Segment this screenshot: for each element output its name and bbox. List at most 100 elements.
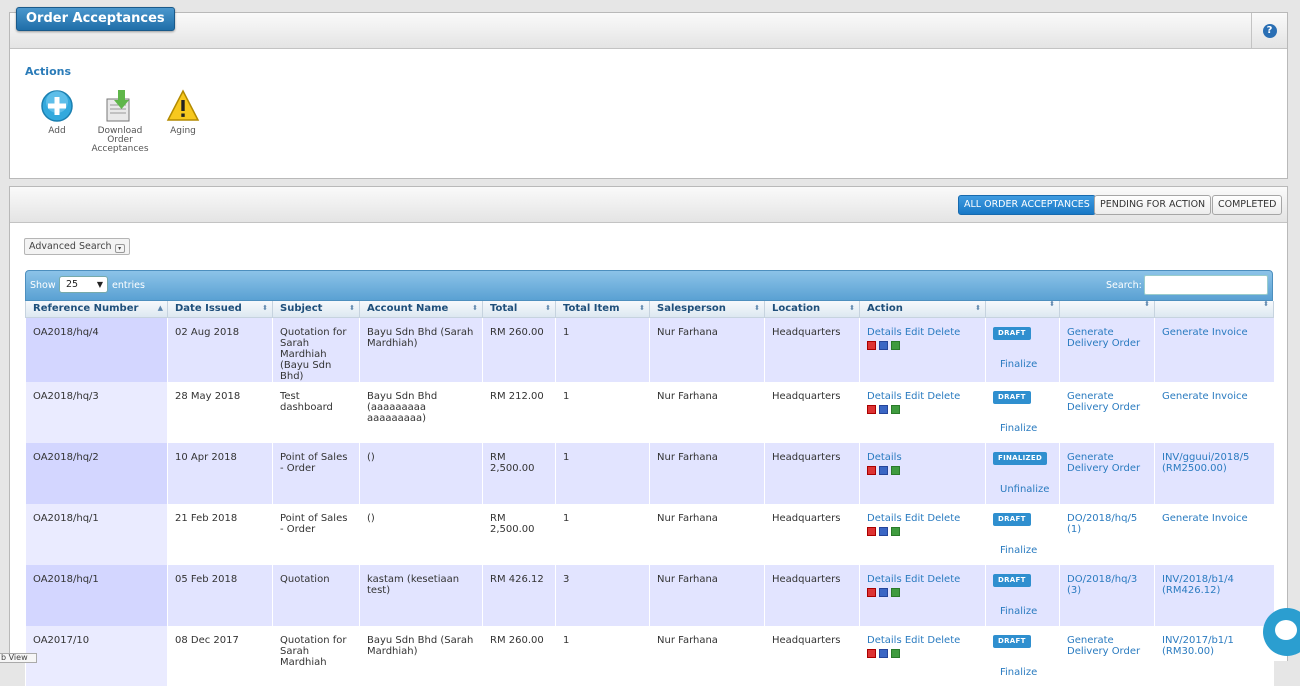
- pdf-icon[interactable]: [867, 405, 876, 414]
- delivery-cell: DO/2018/hq/5 (1): [1059, 504, 1155, 565]
- help-button[interactable]: ?: [1251, 13, 1287, 49]
- filter-all-button[interactable]: ALL ORDER ACCEPTANCES: [958, 195, 1096, 215]
- date-issued: 02 Aug 2018: [167, 317, 273, 382]
- delivery-order-link[interactable]: Generate Delivery Order: [1067, 635, 1140, 657]
- action-edit-link[interactable]: Edit: [905, 513, 924, 524]
- salesperson: Nur Farhana: [649, 504, 765, 565]
- delivery-order-link[interactable]: Generate Delivery Order: [1067, 327, 1140, 349]
- col-reference-number[interactable]: Reference Number ▲: [25, 301, 168, 318]
- sort-icon: ⬍: [1144, 301, 1150, 308]
- account-name: (): [359, 443, 483, 504]
- action-edit-link[interactable]: Edit: [905, 635, 924, 646]
- word-icon[interactable]: [879, 649, 888, 658]
- search-input[interactable]: [1144, 275, 1268, 295]
- excel-icon[interactable]: [891, 405, 900, 414]
- action-edit-link[interactable]: Edit: [905, 327, 924, 338]
- word-icon[interactable]: [879, 340, 888, 350]
- excel-icon[interactable]: [891, 588, 900, 597]
- date-issued: 21 Feb 2018: [167, 504, 273, 565]
- action-details-link[interactable]: Details: [867, 327, 902, 338]
- col-account-name[interactable]: Account Name ⬍: [359, 301, 483, 318]
- status-cell: DRAFT Finalize: [985, 504, 1060, 565]
- pdf-icon[interactable]: [867, 588, 876, 597]
- col-action[interactable]: Action ⬍: [859, 301, 986, 318]
- col-total[interactable]: Total ⬍: [482, 301, 556, 318]
- action-details-link[interactable]: Details: [867, 513, 902, 524]
- col-salesperson[interactable]: Salesperson ⬍: [649, 301, 765, 318]
- page-header: Order Acceptances ?: [10, 7, 1287, 49]
- invoice-link[interactable]: INV/2018/b1/4 (RM426.12): [1162, 574, 1234, 596]
- filter-completed-button[interactable]: COMPLETED: [1212, 195, 1283, 215]
- invoice-link[interactable]: INV/gguui/2018/5 (RM2500.00): [1162, 452, 1249, 474]
- action-details-link[interactable]: Details: [867, 635, 902, 646]
- actions-heading: Actions: [25, 65, 71, 78]
- invoice-link[interactable]: Generate Invoice: [1162, 513, 1248, 524]
- subject: Quotation for Sarah Mardhiah: [272, 626, 360, 686]
- action-delete-link[interactable]: Delete: [927, 327, 960, 338]
- col-location[interactable]: Location ⬍: [764, 301, 860, 318]
- status-action-link[interactable]: Finalize: [993, 606, 1052, 617]
- status-action-link[interactable]: Finalize: [993, 667, 1052, 678]
- delivery-order-link[interactable]: DO/2018/hq/5 (1): [1067, 513, 1137, 535]
- download-order-acceptances-button[interactable]: Download Order Acceptances: [85, 89, 155, 154]
- action-details-link[interactable]: Details: [867, 452, 902, 463]
- export-icons: [867, 646, 978, 658]
- sort-icon: ⬍: [472, 304, 478, 312]
- action-edit-link[interactable]: Edit: [905, 574, 924, 585]
- advanced-search-button[interactable]: Advanced Search ▾: [24, 238, 130, 255]
- invoice-cell: INV/2017/b1/1 (RM30.00): [1154, 626, 1274, 686]
- action-delete-link[interactable]: Delete: [927, 635, 960, 646]
- col-subject[interactable]: Subject ⬍: [272, 301, 360, 318]
- action-details-link[interactable]: Details: [867, 391, 902, 402]
- status-badge: DRAFT: [993, 574, 1031, 587]
- page-size-select[interactable]: 25 ▼: [59, 276, 108, 293]
- invoice-link[interactable]: Generate Invoice: [1162, 327, 1248, 338]
- pdf-icon[interactable]: [867, 466, 876, 475]
- sort-icon: ⬍: [975, 304, 981, 312]
- subject: Test dashboard: [272, 382, 360, 443]
- excel-icon[interactable]: [891, 466, 900, 475]
- total: RM 260.00: [482, 626, 556, 686]
- word-icon[interactable]: [879, 405, 888, 414]
- excel-icon[interactable]: [891, 340, 900, 350]
- pdf-icon[interactable]: [867, 340, 876, 350]
- action-delete-link[interactable]: Delete: [927, 574, 960, 585]
- col-total-item[interactable]: Total Item ⬍: [555, 301, 650, 318]
- invoice-link[interactable]: INV/2017/b1/1 (RM30.00): [1162, 635, 1234, 657]
- word-icon[interactable]: [879, 527, 888, 536]
- delivery-order-link[interactable]: Generate Delivery Order: [1067, 391, 1140, 413]
- action-details-link[interactable]: Details: [867, 574, 902, 585]
- action-edit-link[interactable]: Edit: [905, 391, 924, 402]
- word-icon[interactable]: [879, 466, 888, 475]
- filter-pending-button[interactable]: PENDING FOR ACTION: [1094, 195, 1212, 215]
- action-delete-link[interactable]: Delete: [927, 513, 960, 524]
- status-action-link[interactable]: Finalize: [993, 359, 1052, 370]
- invoice-link[interactable]: Generate Invoice: [1162, 391, 1248, 402]
- salesperson: Nur Farhana: [649, 626, 765, 686]
- excel-icon[interactable]: [891, 649, 900, 658]
- col-invoice[interactable]: ⬍: [1154, 301, 1274, 318]
- date-issued: 28 May 2018: [167, 382, 273, 443]
- delivery-order-link[interactable]: DO/2018/hq/3 (3): [1067, 574, 1137, 596]
- account-name: kastam (kesetiaan test): [359, 565, 483, 626]
- action-delete-link[interactable]: Delete: [927, 391, 960, 402]
- col-status[interactable]: ⬍: [985, 301, 1060, 318]
- table-row: OA2018/hq/4 02 Aug 2018 Quotation for Sara…: [25, 317, 1274, 382]
- status-action-link[interactable]: Unfinalize: [993, 484, 1052, 495]
- add-button[interactable]: Add: [22, 89, 92, 136]
- action-cell: Details Edit Delete: [859, 382, 986, 443]
- view-tab[interactable]: b View: [0, 653, 37, 663]
- excel-icon[interactable]: [891, 527, 900, 536]
- pdf-icon[interactable]: [867, 527, 876, 536]
- col-delivery[interactable]: ⬍: [1059, 301, 1155, 318]
- pdf-icon[interactable]: [867, 649, 876, 658]
- status-action-link[interactable]: Finalize: [993, 423, 1052, 434]
- help-icon[interactable]: ?: [1262, 24, 1277, 38]
- table-row: OA2018/hq/1 05 Feb 2018 Quotation kastam (k…: [25, 565, 1274, 626]
- sort-icon: ⬍: [1263, 301, 1269, 308]
- aging-button[interactable]: Aging: [148, 89, 218, 136]
- status-action-link[interactable]: Finalize: [993, 545, 1052, 556]
- col-date-issued[interactable]: Date Issued ⬍: [167, 301, 273, 318]
- delivery-order-link[interactable]: Generate Delivery Order: [1067, 452, 1140, 474]
- word-icon[interactable]: [879, 588, 888, 597]
